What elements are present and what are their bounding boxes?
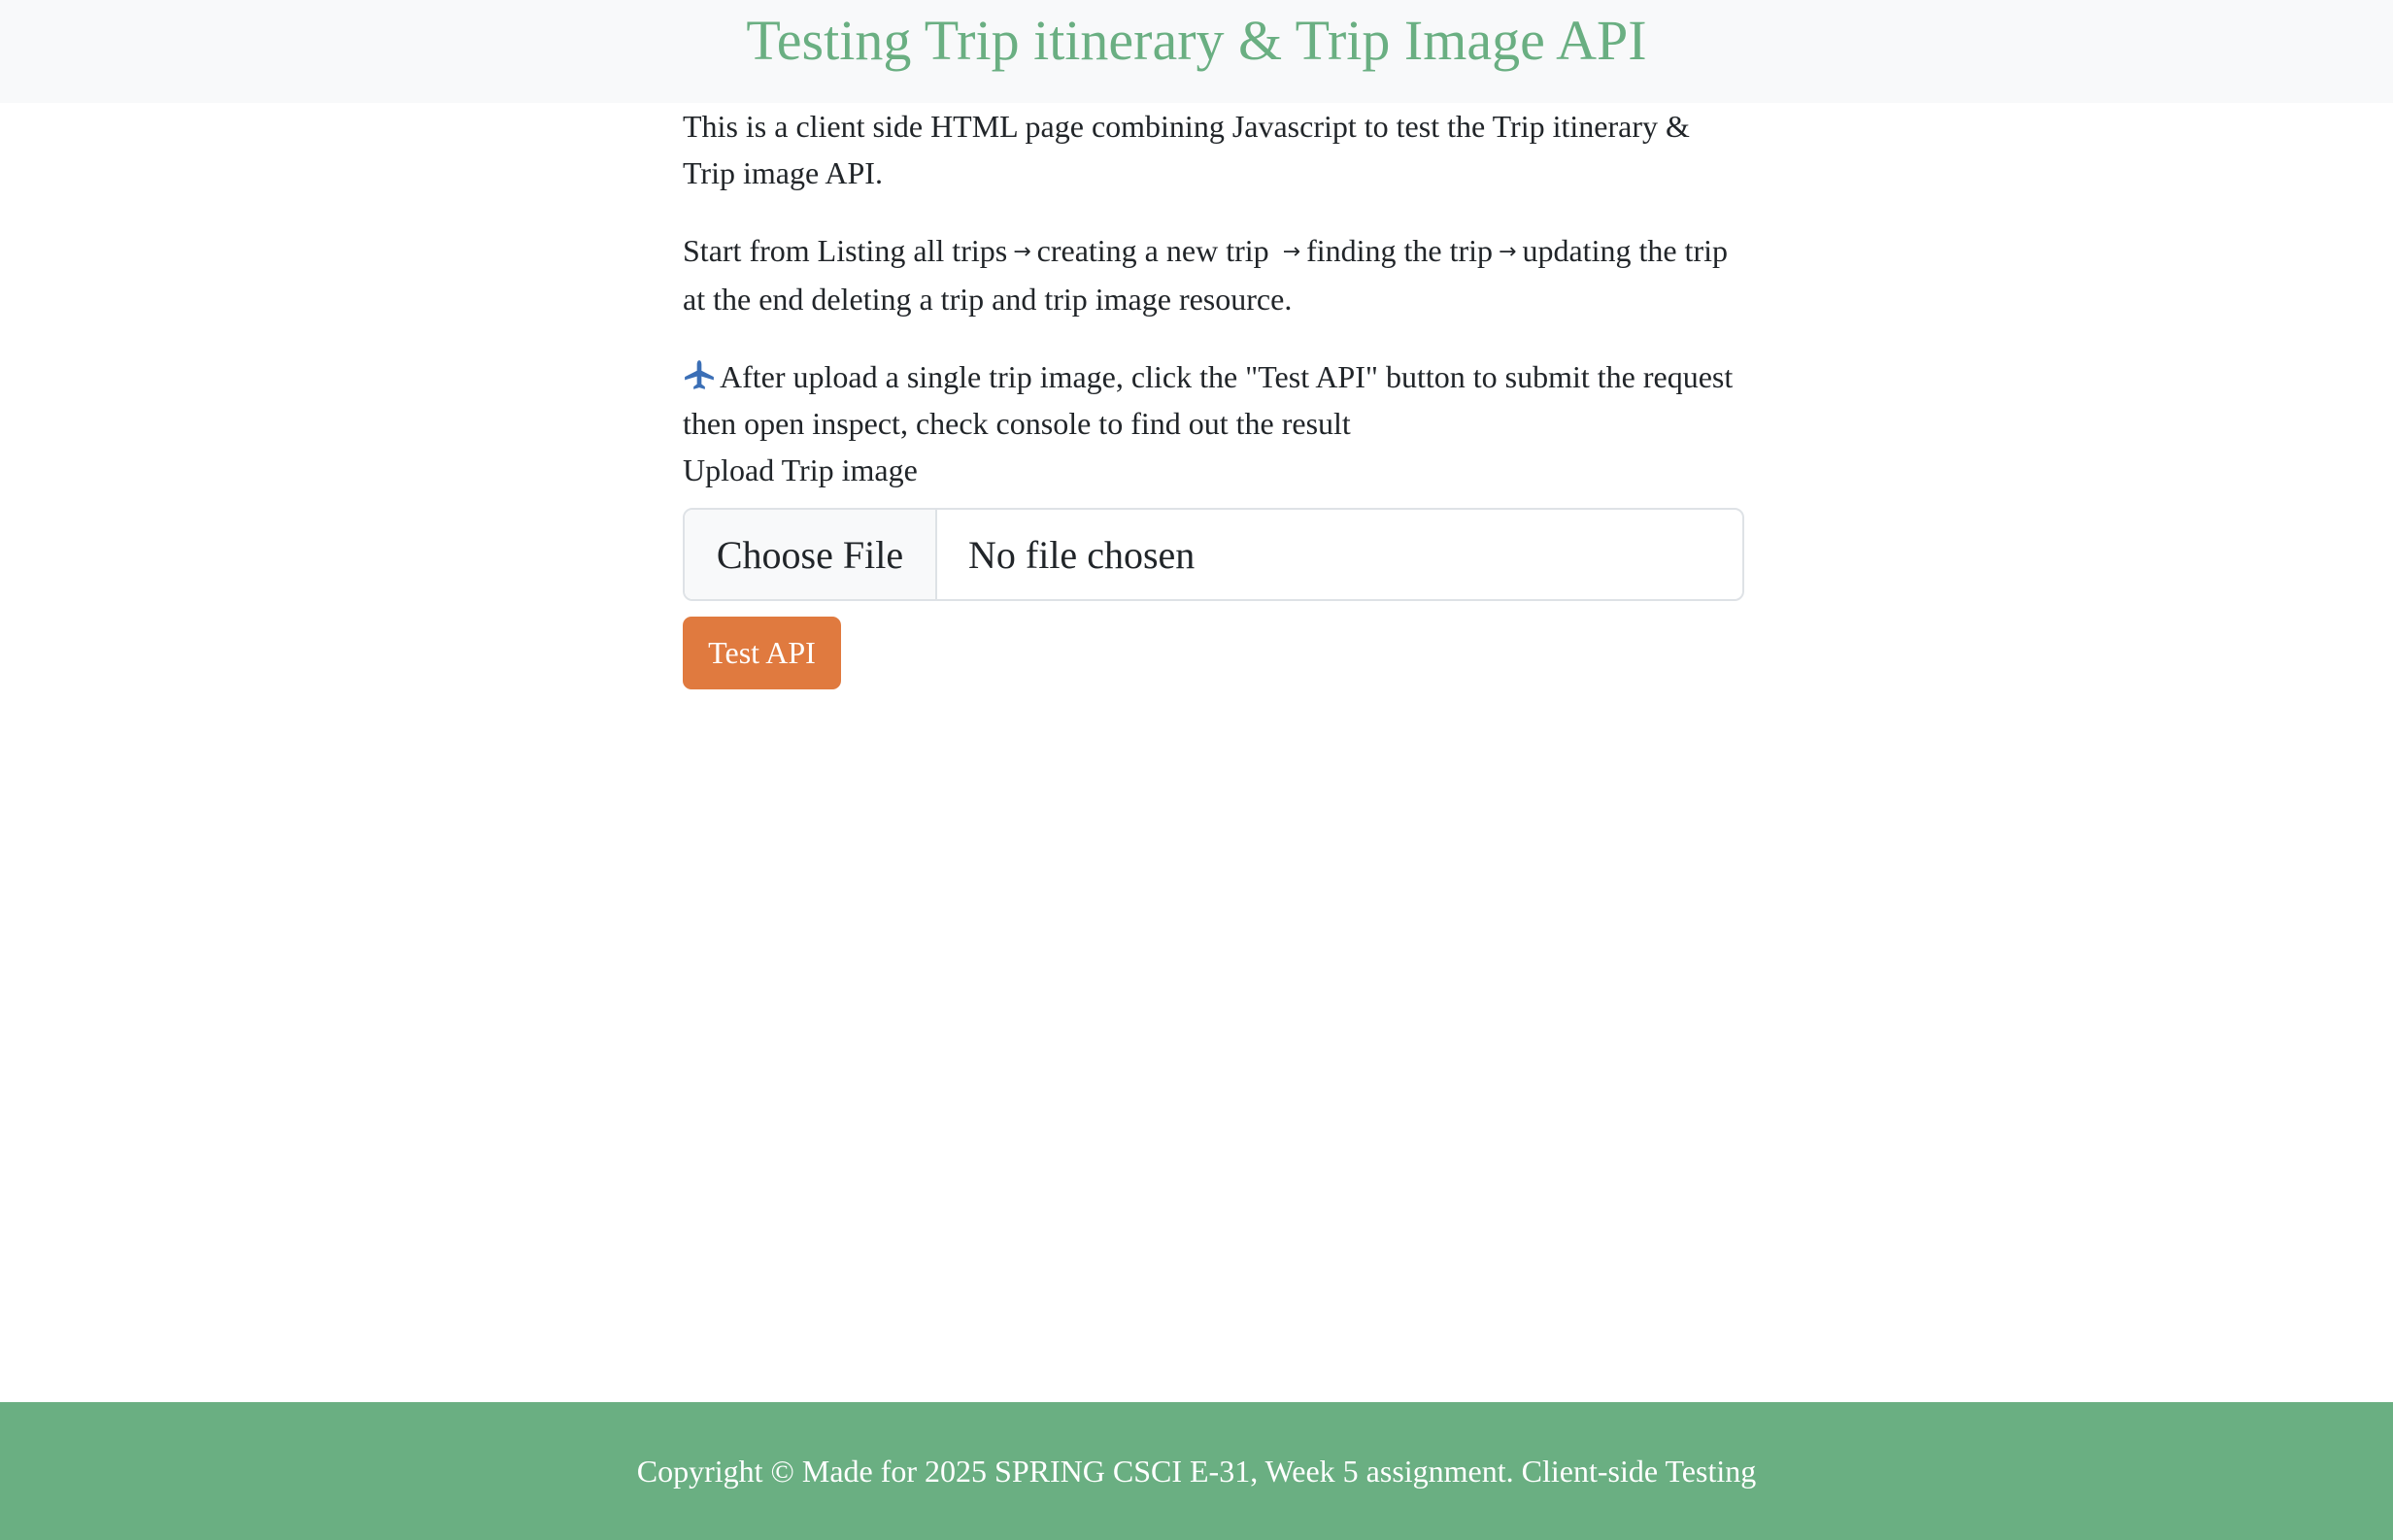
file-name-display: No file chosen [968,532,1196,577]
flow-step-find: finding the trip [1306,233,1494,268]
flow-text: Start from Listing all trips → creating a … [683,227,1743,322]
page-header: Testing Trip itinerary & Trip Image API [0,0,2393,103]
arrow-right-icon: → [1499,240,1517,264]
flow-step-list: Start from Listing all trips [683,233,1008,268]
file-input[interactable]: Choose File No file chosen [683,508,1744,601]
intro-text: This is a client side HTML page combinin… [683,109,1690,190]
page: Testing Trip itinerary & Trip Image API … [0,0,2393,1540]
footer-text: Copyright © Made for 2025 SPRING CSCI E-… [636,1453,1757,1489]
test-api-button[interactable]: Test API [683,617,841,689]
page-title: Testing Trip itinerary & Trip Image API [746,9,1647,72]
airplane-icon [685,360,714,389]
arrow-right-icon: → [1013,240,1031,264]
instruction-text: After upload a single trip image, click … [683,353,1743,447]
page-footer: Copyright © Made for 2025 SPRING CSCI E-… [0,1402,2393,1540]
upload-label: Upload Trip image [683,452,918,487]
arrow-right-icon: → [1282,240,1301,264]
instruction-message: After upload a single trip image, click … [683,359,1734,441]
choose-file-button[interactable]: Choose File [685,510,937,599]
flow-step-create: creating a new trip [1036,233,1269,268]
main-content: This is a client side HTML page combinin… [683,103,1743,493]
